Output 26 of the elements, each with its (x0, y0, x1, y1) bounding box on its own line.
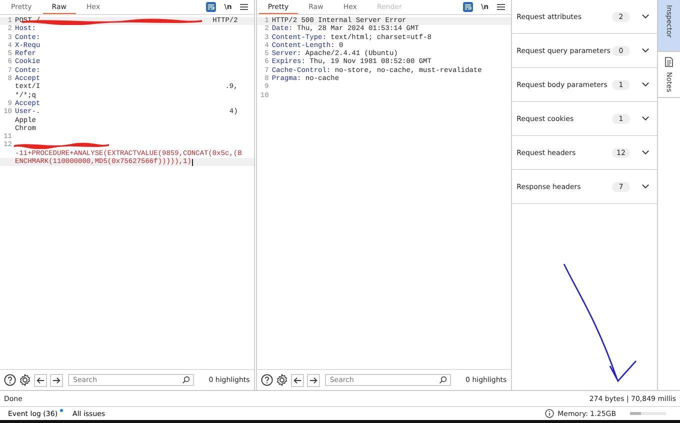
forward-button[interactable] (306, 374, 320, 386)
info-icon[interactable] (544, 409, 554, 418)
right-arrow-icon (52, 376, 61, 384)
chevron-icon[interactable] (642, 14, 649, 19)
wrap-lines-icon[interactable] (206, 2, 216, 12)
wrap-lines-icon[interactable] (463, 2, 474, 12)
forward-button[interactable] (50, 374, 63, 386)
chevron-icon[interactable] (642, 116, 649, 121)
search-icon[interactable] (438, 376, 447, 384)
chevron-icon[interactable] (642, 184, 649, 189)
search-icon[interactable] (182, 376, 190, 384)
back-button[interactable] (34, 374, 47, 386)
back-button[interactable] (290, 374, 304, 386)
settings-icon[interactable] (276, 374, 288, 386)
help-icon[interactable] (260, 374, 273, 386)
left-arrow-icon (292, 376, 302, 384)
chevron-icon[interactable] (642, 150, 649, 155)
chevron-icon[interactable] (642, 48, 649, 53)
right-arrow-icon (308, 376, 318, 384)
document-icon (664, 57, 673, 67)
chevron-icon[interactable] (642, 82, 649, 87)
menu-icon[interactable] (496, 3, 505, 11)
left-arrow-icon (36, 376, 45, 384)
menu-icon[interactable] (240, 3, 248, 11)
settings-icon[interactable] (19, 374, 31, 386)
help-icon[interactable] (4, 374, 16, 386)
